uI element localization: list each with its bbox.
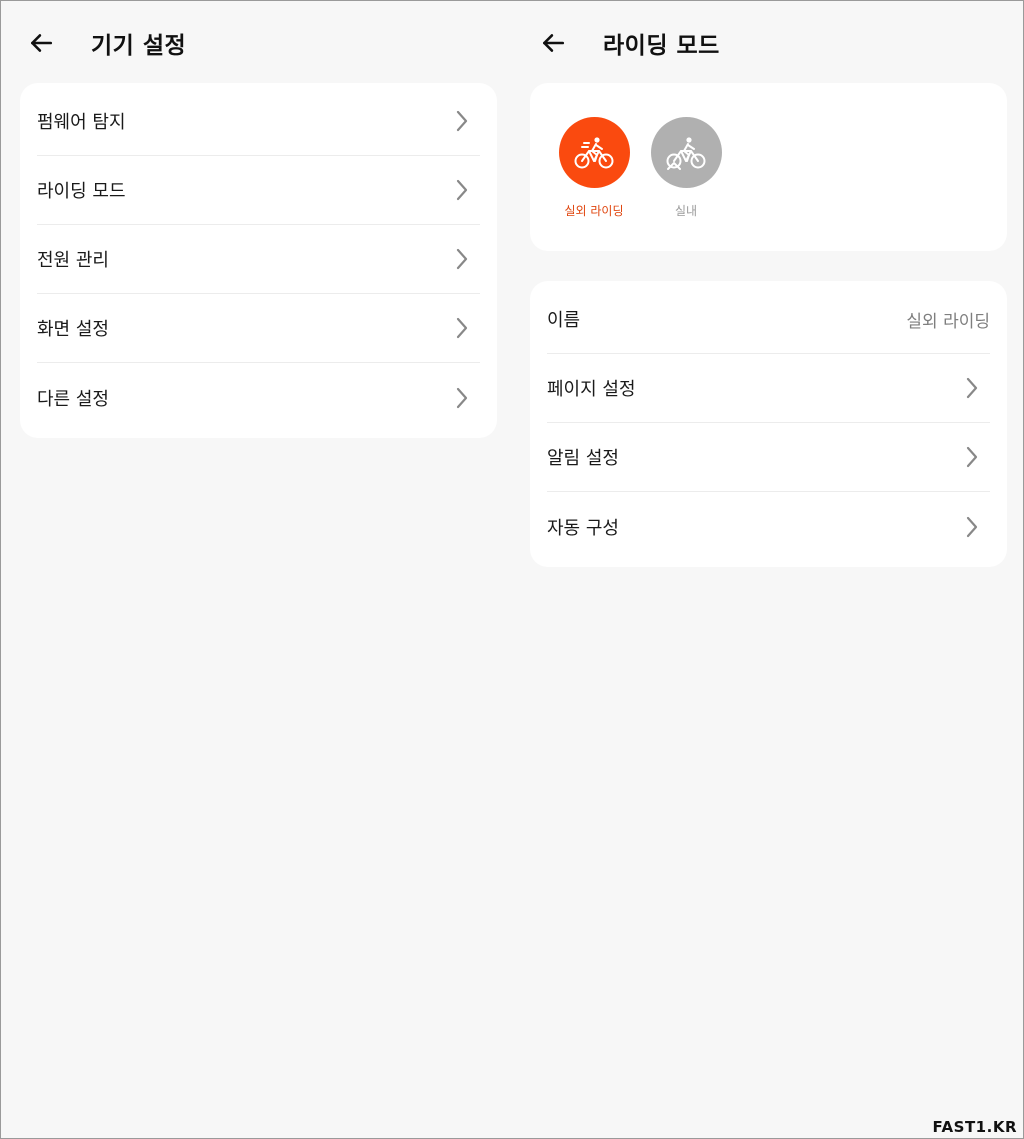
chevron-right-icon xyxy=(452,316,472,340)
mode-label: 실외 라이딩 xyxy=(564,204,624,218)
settings-item-label: 이름 xyxy=(547,310,581,331)
page-title: 기기 설정 xyxy=(91,33,187,59)
indoor-bike-icon xyxy=(666,136,706,170)
chevron-right-icon xyxy=(962,515,982,539)
chevron-right-icon xyxy=(452,386,472,410)
settings-item-name[interactable]: 이름 실외 라이딩 xyxy=(547,285,990,354)
chevron-right-icon xyxy=(452,247,472,271)
mode-indoor[interactable]: 실내 xyxy=(646,117,726,219)
settings-item-auto-config[interactable]: 자동 구성 xyxy=(547,492,990,561)
settings-item-page[interactable]: 페이지 설정 xyxy=(547,354,990,423)
chevron-right-icon xyxy=(452,109,472,133)
settings-item-alert[interactable]: 알림 설정 xyxy=(547,423,990,492)
device-settings-header: 기기 설정 xyxy=(21,23,186,63)
arrow-left-icon xyxy=(31,34,53,52)
riding-mode-header: 라이딩 모드 xyxy=(533,23,720,63)
mode-label: 실내 xyxy=(674,204,698,218)
back-button[interactable] xyxy=(21,23,61,63)
arrow-left-icon xyxy=(543,34,565,52)
outdoor-bike-icon xyxy=(574,136,614,168)
settings-item-riding-mode[interactable]: 라이딩 모드 xyxy=(37,156,480,225)
settings-item-label: 알림 설정 xyxy=(547,448,619,469)
mode-outdoor-riding[interactable]: 실외 라이딩 xyxy=(554,117,634,219)
watermark: FAST1.KR xyxy=(932,1118,1017,1136)
screen: 기기 설정 펌웨어 탐지 라이딩 모드 전원 관리 화면 설정 다른 설정 라이… xyxy=(0,0,1024,1139)
settings-item-label: 전원 관리 xyxy=(37,250,109,271)
chevron-right-icon xyxy=(452,178,472,202)
device-settings-card: 펌웨어 탐지 라이딩 모드 전원 관리 화면 설정 다른 설정 xyxy=(20,83,497,438)
settings-item-label: 자동 구성 xyxy=(547,517,619,539)
settings-item-power[interactable]: 전원 관리 xyxy=(37,225,480,294)
settings-item-label: 라이딩 모드 xyxy=(37,181,126,202)
mode-settings-card: 이름 실외 라이딩 페이지 설정 알림 설정 자동 구성 xyxy=(530,281,1007,567)
chevron-right-icon xyxy=(962,376,982,400)
settings-item-firmware[interactable]: 펌웨어 탐지 xyxy=(37,87,480,156)
settings-item-label: 펌웨어 탐지 xyxy=(37,112,126,133)
settings-item-other[interactable]: 다른 설정 xyxy=(37,363,480,432)
chevron-right-icon xyxy=(962,445,982,469)
mode-icon-circle xyxy=(558,117,630,188)
settings-item-label: 화면 설정 xyxy=(37,319,109,340)
back-button[interactable] xyxy=(533,23,573,63)
settings-item-display[interactable]: 화면 설정 xyxy=(37,294,480,363)
settings-item-label: 다른 설정 xyxy=(37,388,109,410)
page-title: 라이딩 모드 xyxy=(603,33,720,59)
mode-icon-circle xyxy=(650,117,722,188)
settings-item-label: 페이지 설정 xyxy=(547,379,636,400)
mode-selector-card: 실외 라이딩 실내 xyxy=(530,83,1007,251)
name-value: 실외 라이딩 xyxy=(906,311,990,332)
